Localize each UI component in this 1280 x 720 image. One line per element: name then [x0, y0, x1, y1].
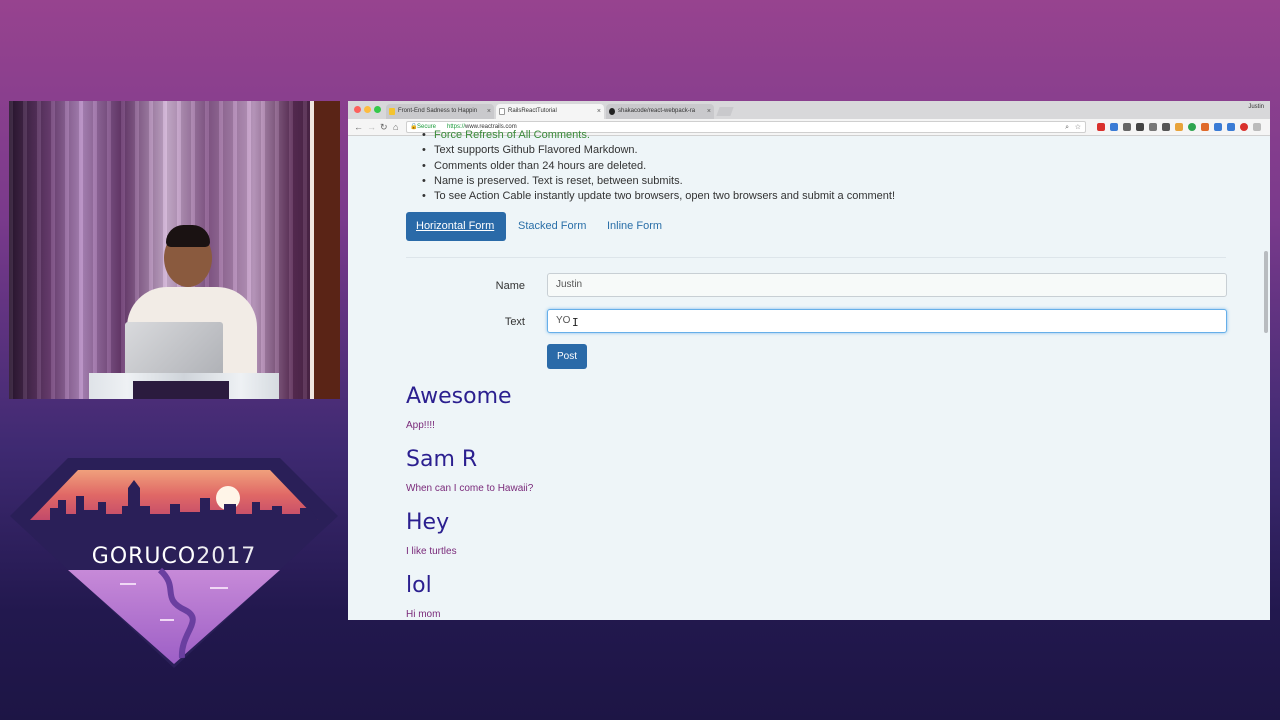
laptop — [125, 322, 223, 380]
tab-horizontal-form[interactable]: Horizontal Form — [406, 212, 506, 241]
apple-logo-icon — [165, 342, 181, 360]
extension-icon[interactable] — [1240, 123, 1248, 131]
extension-icon[interactable] — [1110, 123, 1118, 131]
back-icon[interactable]: ← — [354, 121, 363, 133]
podium-panel — [133, 381, 229, 399]
comment-text: When can I come to Hawaii? — [406, 483, 534, 494]
text-input[interactable]: YO — [547, 309, 1227, 333]
maximize-window-button[interactable] — [374, 106, 381, 113]
close-tab-icon[interactable]: × — [487, 104, 491, 119]
comment-author: Awesome — [406, 384, 512, 409]
scrollbar[interactable] — [1262, 136, 1270, 620]
browser-tab-active[interactable]: RailsReactTutorial × — [496, 104, 604, 119]
zoom-icon[interactable]: ⌕ — [1065, 122, 1069, 133]
scrollbar-thumb[interactable] — [1264, 251, 1268, 333]
comment-text: App!!!! — [406, 420, 435, 431]
extension-icon[interactable] — [1162, 123, 1170, 131]
comment-text: Hi mom — [406, 609, 441, 620]
extension-icon[interactable] — [1214, 123, 1222, 131]
extension-icon[interactable] — [1097, 123, 1105, 131]
speaker-video: GORUCO 2017 — [9, 101, 340, 399]
forward-icon[interactable]: → — [367, 121, 376, 133]
stage-door — [310, 101, 340, 399]
tab-stacked-form[interactable]: Stacked Form — [508, 212, 596, 241]
close-window-button[interactable] — [354, 106, 361, 113]
text-cursor-icon: I — [572, 316, 579, 329]
tab-inline-form[interactable]: Inline Form — [597, 212, 672, 241]
tab-bar: Front-End Sadness to Happin × RailsReact… — [348, 101, 1270, 119]
minimize-window-button[interactable] — [364, 106, 371, 113]
tab-title: Front-End Sadness to Happin — [398, 108, 478, 114]
new-tab-button[interactable] — [716, 107, 734, 116]
tab-title: RailsReactTutorial — [508, 108, 557, 114]
comment-author: Hey — [406, 510, 450, 535]
browser-tab[interactable]: Front-End Sadness to Happin × — [386, 104, 494, 119]
tab-title: shakacode/react-webpack-ra — [618, 108, 696, 114]
extension-icon[interactable] — [1227, 123, 1235, 131]
divider — [406, 257, 1226, 258]
github-icon — [609, 108, 615, 115]
close-tab-icon[interactable]: × — [597, 104, 601, 119]
extension-icon[interactable] — [1201, 123, 1209, 131]
comment-text: I like turtles — [406, 546, 457, 557]
reload-icon[interactable]: ↻ — [380, 121, 388, 133]
extension-icon[interactable] — [1175, 123, 1183, 131]
profile-name[interactable]: Justin — [1248, 104, 1264, 110]
bookmark-star-icon[interactable]: ☆ — [1075, 122, 1081, 133]
text-label: Text — [504, 316, 525, 328]
page-content: Force Refresh of All Comments. Text supp… — [348, 128, 1270, 620]
extension-icon[interactable] — [1136, 123, 1144, 131]
post-button[interactable]: Post — [547, 344, 587, 369]
close-tab-icon[interactable]: × — [707, 104, 711, 119]
goruco-wordmark: GORUCO2017 — [91, 544, 257, 569]
menu-icon[interactable] — [1253, 123, 1261, 131]
home-icon[interactable]: ⌂ — [393, 121, 398, 133]
comment-author: Sam R — [406, 447, 478, 472]
list-item: Comments older than 24 hours are deleted… — [422, 159, 895, 174]
extension-icon[interactable] — [1188, 123, 1196, 131]
slides-icon — [389, 108, 395, 115]
list-item: Text supports Github Flavored Markdown. — [422, 143, 895, 158]
comment-author: lol — [406, 573, 432, 598]
extension-icon[interactable] — [1149, 123, 1157, 131]
list-item: Force Refresh of All Comments. — [422, 128, 895, 143]
page-icon — [499, 108, 505, 115]
browser-window: Front-End Sadness to Happin × RailsReact… — [348, 101, 1270, 620]
name-input[interactable]: Justin — [547, 273, 1227, 297]
browser-tab[interactable]: shakacode/react-webpack-ra × — [606, 104, 714, 119]
speaker-head — [164, 225, 212, 287]
list-item: To see Action Cable instantly update two… — [422, 189, 895, 204]
name-label: Name — [495, 280, 525, 292]
instructions-list: Force Refresh of All Comments. Text supp… — [422, 128, 895, 204]
list-item: Name is preserved. Text is reset, betwee… — [422, 174, 895, 189]
extension-icon[interactable] — [1123, 123, 1131, 131]
